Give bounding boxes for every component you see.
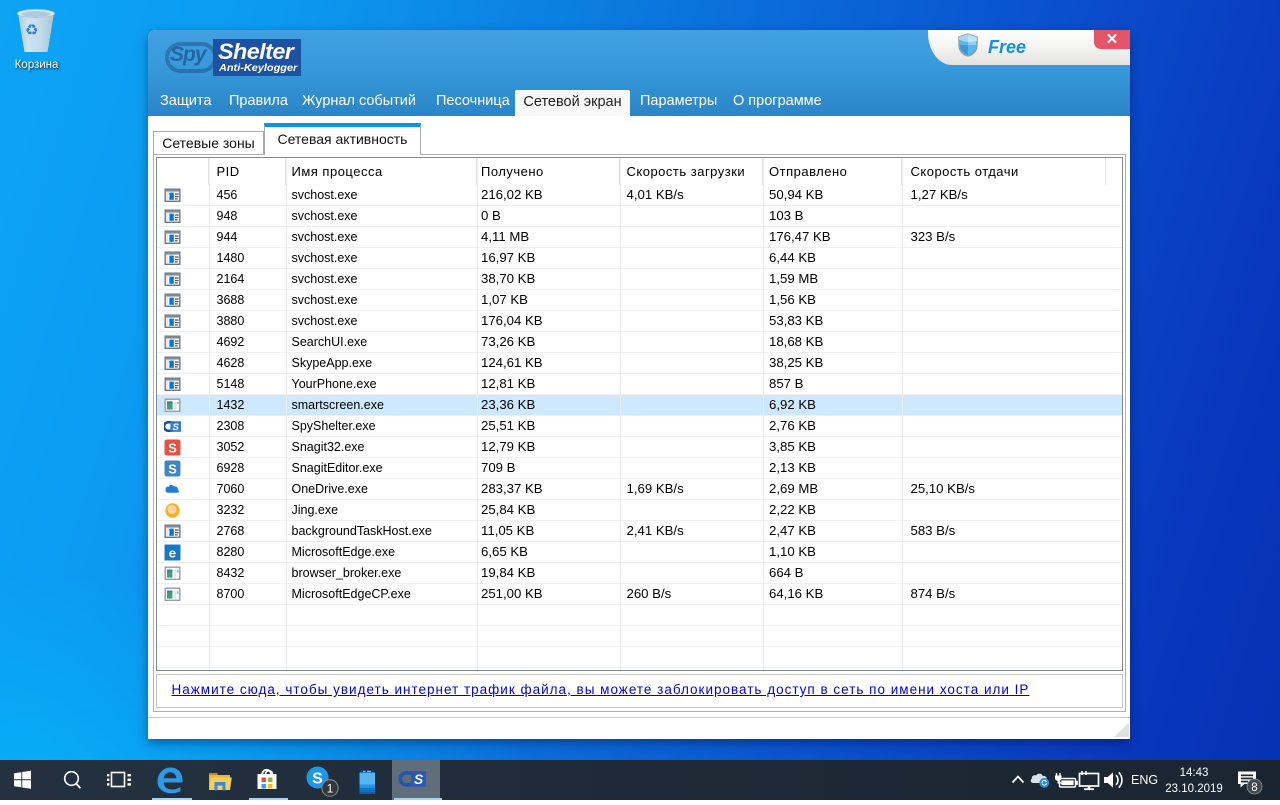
svg-text:8: 8 xyxy=(1251,782,1257,794)
svg-text:S: S xyxy=(168,461,177,476)
svg-text:S: S xyxy=(172,422,179,433)
svg-text:S: S xyxy=(414,772,424,787)
svg-text:e: e xyxy=(168,545,175,560)
svg-text:S: S xyxy=(312,771,323,788)
svg-text:S: S xyxy=(168,440,177,455)
svg-text:1: 1 xyxy=(327,782,334,796)
